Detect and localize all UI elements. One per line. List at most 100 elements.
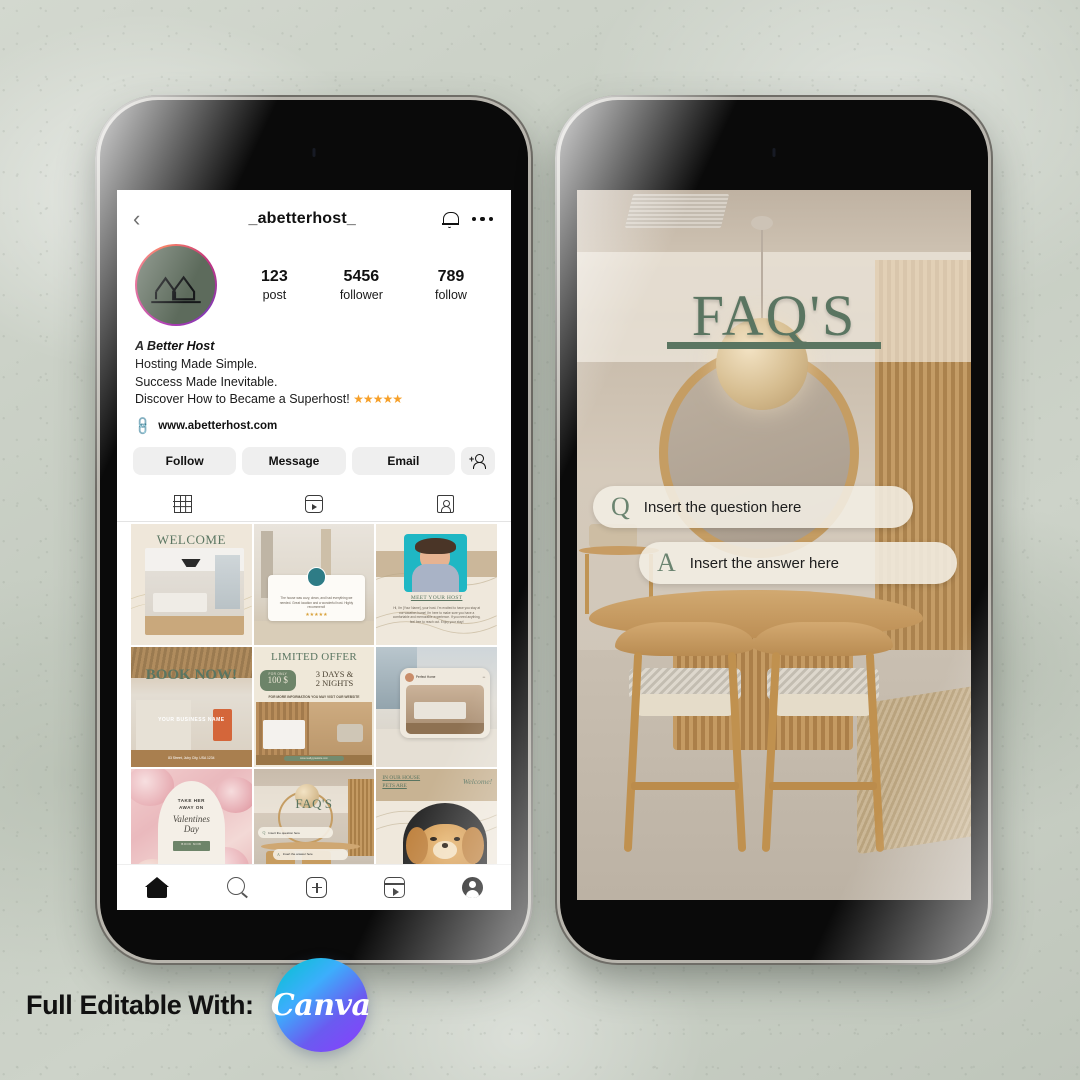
avatar-ring[interactable] [135,244,217,326]
interior-photo [145,548,245,636]
offer-lines: 3 DAYS & 2 NIGHTS [300,669,370,688]
stat-value: 5456 [343,268,380,285]
tab-reels[interactable] [248,487,379,521]
dining-chair-right [753,622,893,872]
profile-icon[interactable] [461,877,483,898]
grid-post-meet-host[interactable]: MEET YOUR HOST Hi, I'm [Your Name], your… [376,524,497,645]
price-badge: FOR ONLY 100 $ [259,669,296,692]
follow-button[interactable]: Follow [133,447,237,475]
faq-title: FAQ'S [691,283,857,348]
add-user-button[interactable]: + [460,447,495,475]
host-portrait [404,533,467,592]
post-avatar [404,672,414,682]
stat-value: 789 [437,268,465,285]
tab-grid[interactable] [117,487,248,521]
stat-following[interactable]: 789 follow [435,268,467,302]
faq-answer-row[interactable]: A Insert the answer here [639,542,957,584]
canva-wordmark: Canva [270,987,371,1023]
plus-box-icon[interactable] [306,877,328,898]
review-stars: ★★★★★ [305,611,328,618]
more-dots-icon[interactable] [471,216,493,222]
footer-label: Full Editable With: [26,989,254,1020]
reels-icon[interactable] [383,877,406,898]
house-logo-icon [151,275,201,304]
faq-title-underline [667,342,881,349]
add-user-icon: + [469,454,486,469]
photo-grid: WELCOME The house was cozy, clean, and h… [117,522,511,891]
phone-left: ‹ _abetterhost_ 123 post 5456 follower 7… [95,95,533,965]
answer-text[interactable]: Insert the answer here [690,555,839,572]
question-text[interactable]: Insert the question here [644,499,802,516]
grid-post-limited-offer[interactable]: LIMITED OFFER FOR ONLY 100 $ 3 DAYS & 2 … [253,646,375,768]
offer-line-2: 2 NIGHTS [315,677,354,688]
profile-bio: A Better Host Hosting Made Simple. Succe… [117,326,511,409]
bio-line-1: Hosting Made Simple. [135,356,258,371]
tab-tagged[interactable] [380,487,511,521]
instagram-header: ‹ _abetterhost_ [117,190,511,236]
price-value: 100 $ [267,675,288,686]
email-button[interactable]: Email [351,447,455,475]
bio-link[interactable]: www.abetterhost.com [158,420,277,432]
grid-post-bedroom-mockup[interactable]: Perfect Home ••• [376,646,497,768]
bedroom-photo: www.reallygreatsite.com [256,702,372,765]
grid-post-title: WELCOME [156,532,226,548]
profile-tabs [117,487,511,522]
grid-post-title: BOOK NOW! [131,667,252,684]
valentine-cta: BOOK NOW [173,840,210,852]
footer: Full Editable With: Canva [26,958,371,1052]
home-icon[interactable] [145,876,170,900]
post-handle: Perfect Home [415,675,436,680]
stool [213,709,233,741]
message-button[interactable]: Message [242,447,346,475]
faq-question-row[interactable]: Q Insert the question here [593,486,913,528]
bio-display-name: A Better Host [135,339,215,353]
question-letter: Q [611,492,630,521]
stat-value: 123 [261,268,288,285]
pets-headline: IN OUR HOUSE PETS ARE [382,774,420,790]
grid-post-title: MEET YOUR HOST [410,595,463,602]
back-icon[interactable]: ‹ [133,208,163,230]
bell-icon[interactable] [441,210,459,228]
grid-post-title: LIMITED OFFER [270,651,358,664]
avatar [137,246,215,324]
faq-question-pill: Q Insert the question here [258,827,334,839]
book-now-text: BOOK NOW! [145,667,237,684]
grid-icon [173,494,192,513]
bio-link-row[interactable]: 🔗 www.abetterhost.com [117,409,511,437]
grid-post-welcome[interactable]: WELCOME [131,524,252,645]
faq-answer-text: Insert the answer here [282,852,313,857]
valentine-line-1: TAKE HER [177,797,205,803]
profile-actions: Follow Message Email + [117,434,511,475]
speaker-dot [772,148,776,157]
tagged-icon [436,495,454,513]
bio-line-3-text: Discover How to Became a Superhost! [135,392,350,407]
speaker-dot [312,148,316,157]
website-pill: www.reallygreatsite.com [283,755,345,762]
stat-label: follower [339,288,383,302]
search-icon[interactable] [226,876,250,900]
valentine-line-2: AWAY ON [178,804,204,810]
canva-logo: Canva [270,958,371,1052]
stats-row: 123 post 5456 follower 789 follow [217,268,493,302]
faq-answer-pill: A Insert the answer here [272,848,348,860]
offer-note: FOR MORE INFORMATION YOU MAY VISIT OUR W… [268,694,360,699]
post-card: Perfect Home ••• [400,668,490,739]
pets-line-1: IN OUR HOUSE [382,775,421,782]
faq-question-text: Insert the question here [268,830,300,835]
rating-stars: ★★★★★ [353,392,403,407]
pets-script: Welcome! [462,776,493,786]
dining-chair-left [615,622,755,872]
address: 83 Street, Juby City, USA 1234 [168,756,215,761]
valentine-script-2: Day [183,824,199,835]
phone-right: FAQ'S Q Insert the question here A Inser… [555,95,993,965]
profile-username: _abetterhost_ [248,210,357,227]
reels-icon [304,495,323,513]
grid-post-review[interactable]: The house was cozy, clean, and had every… [253,524,375,645]
grid-post-book-now[interactable]: BOOK NOW! YOUR BUSINESS NAME 83 Street, … [131,646,252,768]
reviewer-avatar [306,567,327,587]
business-name: YOUR BUSINESS NAME [158,716,225,723]
stat-posts[interactable]: 123 post [261,268,288,302]
stat-followers[interactable]: 5456 follower [340,268,383,302]
host-bio-text: Hi, I'm [Your Name], your host. I'm exci… [392,606,481,624]
answer-letter: A [657,548,676,577]
